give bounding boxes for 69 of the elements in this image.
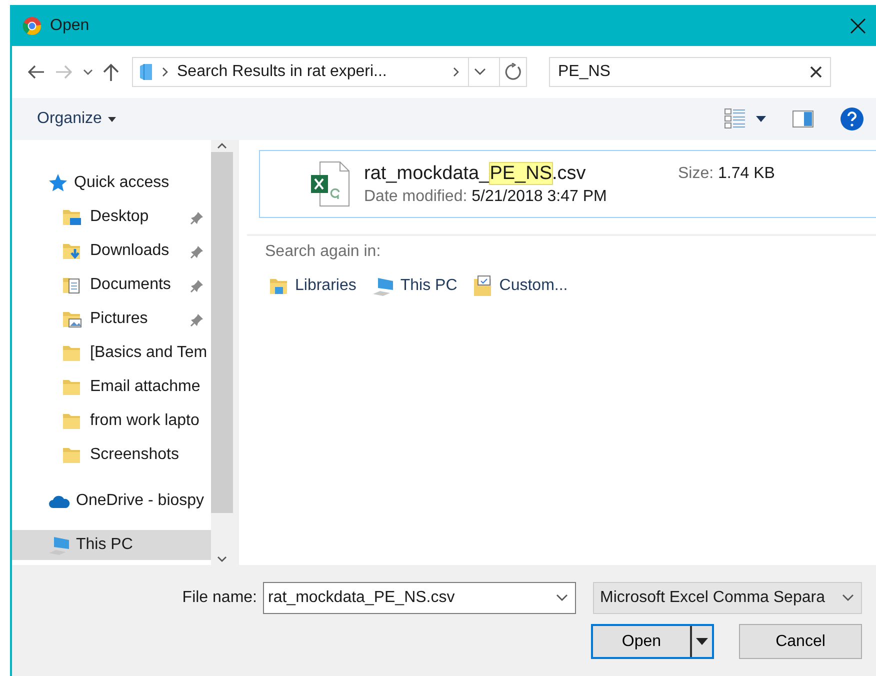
cloud-icon [48, 493, 70, 509]
search-again-label: Search again in: [265, 243, 382, 261]
pin-icon [190, 211, 204, 225]
window-title: Open [50, 16, 90, 34]
clear-icon[interactable] [810, 66, 822, 78]
browser-logo-icon [22, 16, 42, 36]
file-type-dropdown[interactable]: Microsoft Excel Comma Separa [593, 582, 862, 614]
file-size: Size: 1.74 KB [678, 165, 775, 183]
sidebar-item[interactable]: Quick access [12, 166, 211, 200]
sidebar-item[interactable]: Desktop [12, 200, 211, 234]
folder-icon [62, 445, 82, 465]
open-button[interactable]: Open [591, 624, 714, 659]
sidebar-item[interactable]: Email attachme [12, 370, 211, 404]
desktop-folder-icon [62, 207, 82, 227]
sidebar-item[interactable]: Pictures [12, 302, 211, 336]
sidebar-item[interactable]: Downloads [12, 234, 211, 268]
libraries-icon [269, 276, 289, 296]
sidebar-item[interactable]: This PC [12, 530, 211, 560]
scroll-thumb[interactable] [211, 152, 233, 513]
downloads-folder-icon [62, 241, 82, 261]
view-list-icon[interactable] [724, 108, 746, 130]
folder-icon [62, 377, 82, 397]
file-name-text: .csv [552, 162, 586, 184]
search-results-icon [139, 63, 153, 81]
spreadsheet-file-icon [310, 161, 350, 207]
file-result[interactable]: rat_mockdata_PE_NS.csv Date modified: 5/21/2018 3:47 PM Size: 1.74 KB [259, 150, 876, 218]
search-field[interactable]: PE_NS [549, 57, 831, 87]
computer-icon [372, 276, 394, 296]
chevron-down-icon[interactable] [555, 593, 569, 603]
file-name-text: rat_mockdata_ [364, 162, 490, 184]
chevron-down-icon [841, 593, 855, 603]
refresh-icon[interactable] [504, 63, 522, 81]
close-icon[interactable] [850, 18, 866, 34]
file-date: Date modified: 5/21/2018 3:47 PM [364, 188, 608, 206]
scrollbar[interactable] [211, 140, 233, 565]
file-name-label: File name: [182, 589, 257, 607]
preview-pane-icon[interactable] [792, 110, 814, 128]
pin-icon [190, 245, 204, 259]
cancel-button[interactable]: Cancel [739, 624, 862, 659]
address-bar[interactable]: Search Results in rat experi... [132, 57, 527, 87]
caret-icon [108, 116, 116, 122]
search-location-link[interactable]: Custom... [473, 275, 568, 297]
documents-folder-icon [62, 275, 82, 295]
sidebar-item[interactable]: [Basics and Tem [12, 336, 211, 370]
chevron-right-icon [161, 66, 169, 78]
address-text: Search Results in rat experi... [177, 63, 388, 81]
caret-icon [696, 638, 708, 645]
organize-menu[interactable]: Organize [37, 110, 116, 128]
computer-icon [48, 535, 70, 555]
pin-icon [190, 279, 204, 293]
star-icon [48, 173, 68, 193]
chevron-right-icon [452, 66, 460, 78]
sidebar-item[interactable]: Documents [12, 268, 211, 302]
pin-icon [190, 313, 204, 327]
caret-icon[interactable] [756, 116, 766, 122]
sidebar-item[interactable]: from work lapto [12, 404, 211, 438]
folder-icon [62, 411, 82, 431]
chevron-down-icon[interactable] [473, 67, 487, 77]
sidebar-item[interactable]: Screenshots [12, 438, 211, 472]
folder-icon [62, 343, 82, 363]
help-icon[interactable] [840, 107, 864, 131]
up-arrow-icon[interactable] [102, 62, 120, 82]
match-highlight: PE_NS [490, 162, 552, 184]
search-location-link[interactable]: This PC [372, 275, 458, 297]
search-location-link[interactable]: Libraries [269, 275, 356, 297]
sidebar-item[interactable]: OneDrive - biospy [12, 484, 211, 518]
pictures-folder-icon [62, 309, 82, 329]
file-name-field[interactable]: rat_mockdata_PE_NS.csv [263, 582, 576, 614]
custom-folder-icon [473, 275, 494, 297]
